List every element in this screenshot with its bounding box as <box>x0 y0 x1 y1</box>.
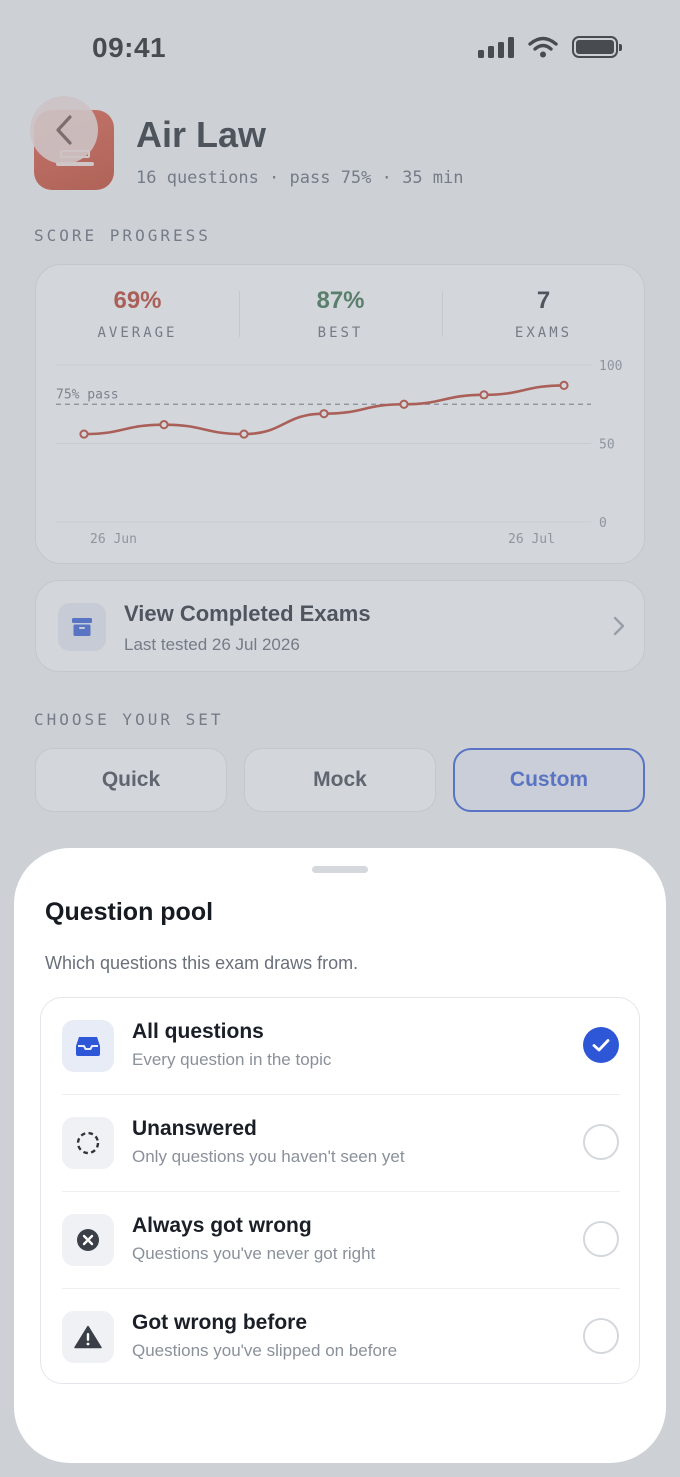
option-description: Every question in the topic <box>132 1050 332 1069</box>
option-description: Questions you've never got right <box>132 1244 376 1263</box>
option-description: Questions you've slipped on before <box>132 1341 398 1360</box>
checkmark-icon <box>592 1039 610 1052</box>
option-name: Always got wrong <box>132 1214 312 1237</box>
question-pool-sheet: Question pool Which questions this exam … <box>14 848 666 1463</box>
radio-unchecked[interactable] <box>583 1318 619 1354</box>
sheet-grabber[interactable] <box>312 866 368 873</box>
warning-triangle-icon <box>62 1311 114 1363</box>
option-description: Only questions you haven't seen yet <box>132 1147 405 1166</box>
dashed-circle-icon <box>62 1117 114 1169</box>
topic-screen: 09:41 Air Law 16 questions · pass 75% · … <box>0 0 680 1477</box>
pool-option-got-wrong-before[interactable]: Got wrong before Questions you've slippe… <box>41 1289 641 1386</box>
pool-options-list: All questions Every question in the topi… <box>40 997 640 1384</box>
pool-option-always-got-wrong[interactable]: Always got wrong Questions you've never … <box>41 1192 641 1289</box>
option-name: Unanswered <box>132 1117 257 1140</box>
sheet-subtitle: Which questions this exam draws from. <box>45 953 359 973</box>
pool-option-all-questions[interactable]: All questions Every question in the topi… <box>41 998 641 1095</box>
radio-unchecked[interactable] <box>583 1221 619 1257</box>
option-name: All questions <box>132 1020 264 1043</box>
x-circle-icon <box>62 1214 114 1266</box>
pool-option-unanswered[interactable]: Unanswered Only questions you haven't se… <box>41 1095 641 1192</box>
option-name: Got wrong before <box>132 1311 307 1334</box>
inbox-tray-icon <box>62 1020 114 1072</box>
radio-checked[interactable] <box>583 1027 619 1063</box>
sheet-title: Question pool <box>45 898 214 926</box>
radio-unchecked[interactable] <box>583 1124 619 1160</box>
